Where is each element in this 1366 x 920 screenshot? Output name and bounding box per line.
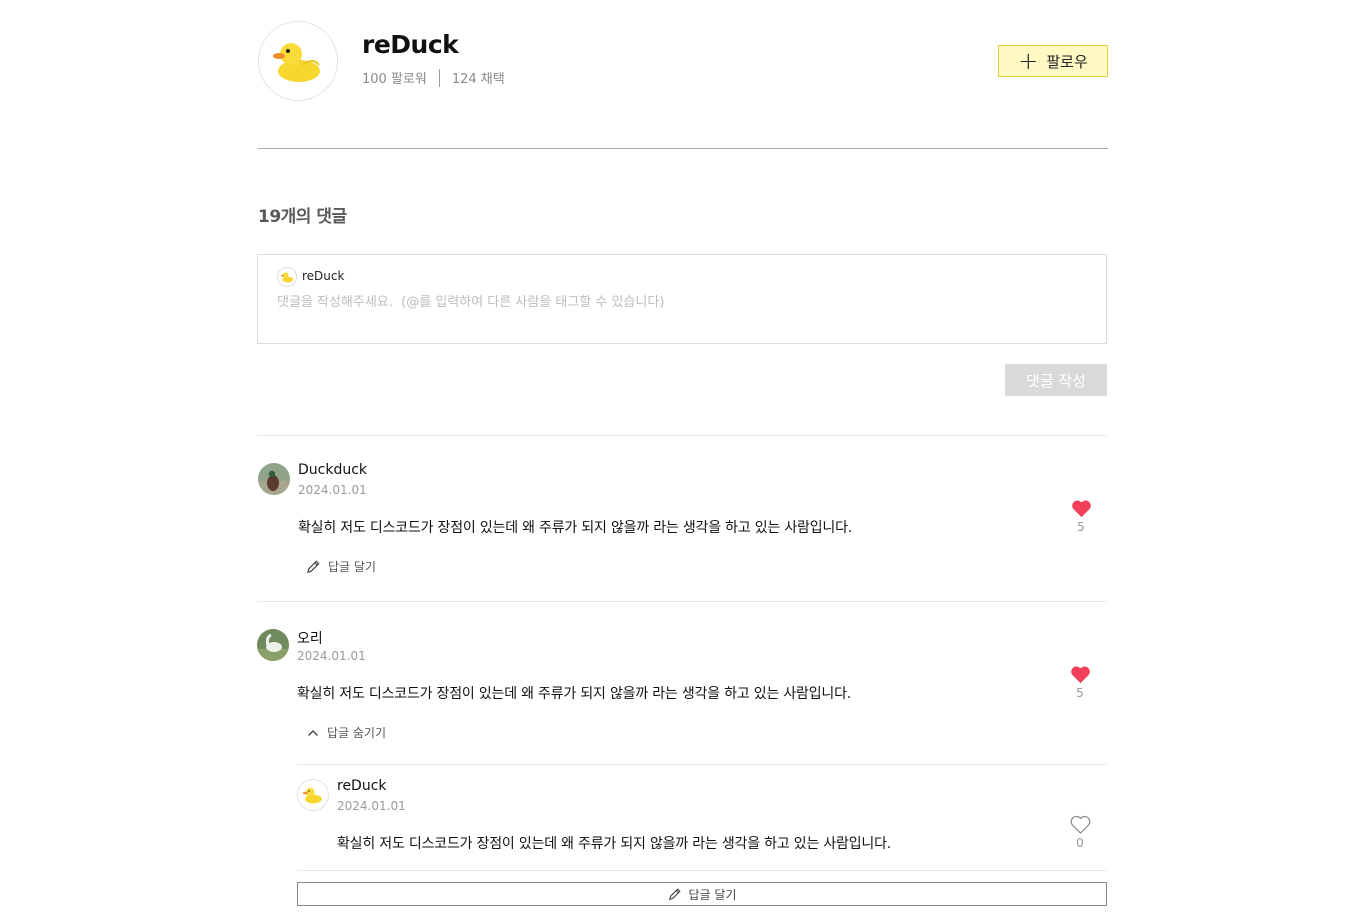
hide-replies-button[interactable]: 답글 숨기기: [306, 724, 386, 741]
rubber-duck-icon: [273, 43, 320, 82]
rubber-duck-icon: [280, 272, 293, 283]
comments-divider: [257, 435, 1107, 436]
chevron-up-icon: [308, 729, 318, 736]
duck-photo-icon: [258, 463, 290, 495]
write-reply-label: 답글 달기: [688, 887, 737, 902]
comment-divider: [257, 601, 1107, 602]
submit-comment-button[interactable]: 댓글 작성: [1005, 364, 1107, 396]
reply-avatar: [297, 779, 329, 811]
like-button[interactable]: 5: [1065, 665, 1095, 700]
like-button[interactable]: 5: [1066, 499, 1096, 534]
pencil-icon: [306, 560, 320, 574]
heart-filled-icon: [1070, 666, 1090, 684]
comment-avatar: [257, 629, 289, 661]
reply-divider: [297, 764, 1107, 765]
heart-outline-icon: [1070, 815, 1090, 834]
header-divider: [258, 148, 1108, 149]
reply-author[interactable]: reDuck: [337, 778, 387, 794]
comment-author[interactable]: Duckduck: [298, 462, 367, 478]
pencil-icon: [668, 888, 681, 901]
adoptions-count: 124 채택: [451, 72, 505, 87]
reply-text: 확실히 저도 디스코드가 장점이 있는데 왜 주류가 되지 않을까 라는 생각을…: [337, 836, 892, 852]
followers-count[interactable]: 100 팔로워: [362, 68, 427, 87]
profile-avatar: [258, 21, 338, 101]
reply-date: 2024.01.01: [337, 799, 406, 813]
write-reply-button[interactable]: 답글 달기: [297, 882, 1107, 906]
hide-replies-label: 답글 숨기기: [327, 726, 387, 740]
goose-photo-icon: [257, 629, 289, 661]
comment-input[interactable]: [277, 291, 1077, 327]
profile-name: reDuck: [362, 30, 459, 59]
comment-avatar: [258, 463, 290, 495]
comment-text: 확실히 저도 디스코드가 장점이 있는데 왜 주류가 되지 않을까 라는 생각을…: [297, 686, 852, 702]
editor-username: reDuck: [302, 269, 345, 283]
editor-avatar: [277, 267, 297, 287]
profile-stats: 100 팔로워 124 채택: [362, 68, 505, 87]
heart-filled-icon: [1071, 500, 1091, 518]
follow-label: 팔로우: [1046, 52, 1088, 71]
rubber-duck-icon: [303, 787, 322, 804]
comment-text: 확실히 저도 디스코드가 장점이 있는데 왜 주류가 되지 않을까 라는 생각을…: [298, 520, 853, 536]
comment-date: 2024.01.01: [298, 483, 367, 497]
plus-icon: +: [1018, 47, 1039, 75]
comment-count-title: 19개의 댓글: [258, 207, 347, 227]
comment-editor[interactable]: reDuck: [257, 254, 1107, 344]
like-count: 5: [1077, 520, 1085, 534]
reply-label: 답글 달기: [328, 560, 376, 574]
like-button[interactable]: 0: [1065, 815, 1095, 850]
like-count: 5: [1076, 686, 1084, 700]
comment-date: 2024.01.01: [297, 649, 366, 663]
reply-divider: [297, 870, 1107, 871]
comment-author[interactable]: 오리: [297, 628, 323, 648]
follow-button[interactable]: + 팔로우: [998, 45, 1108, 77]
stats-divider: [438, 68, 440, 87]
like-count: 0: [1076, 836, 1084, 850]
reply-button[interactable]: 답글 달기: [306, 558, 376, 575]
